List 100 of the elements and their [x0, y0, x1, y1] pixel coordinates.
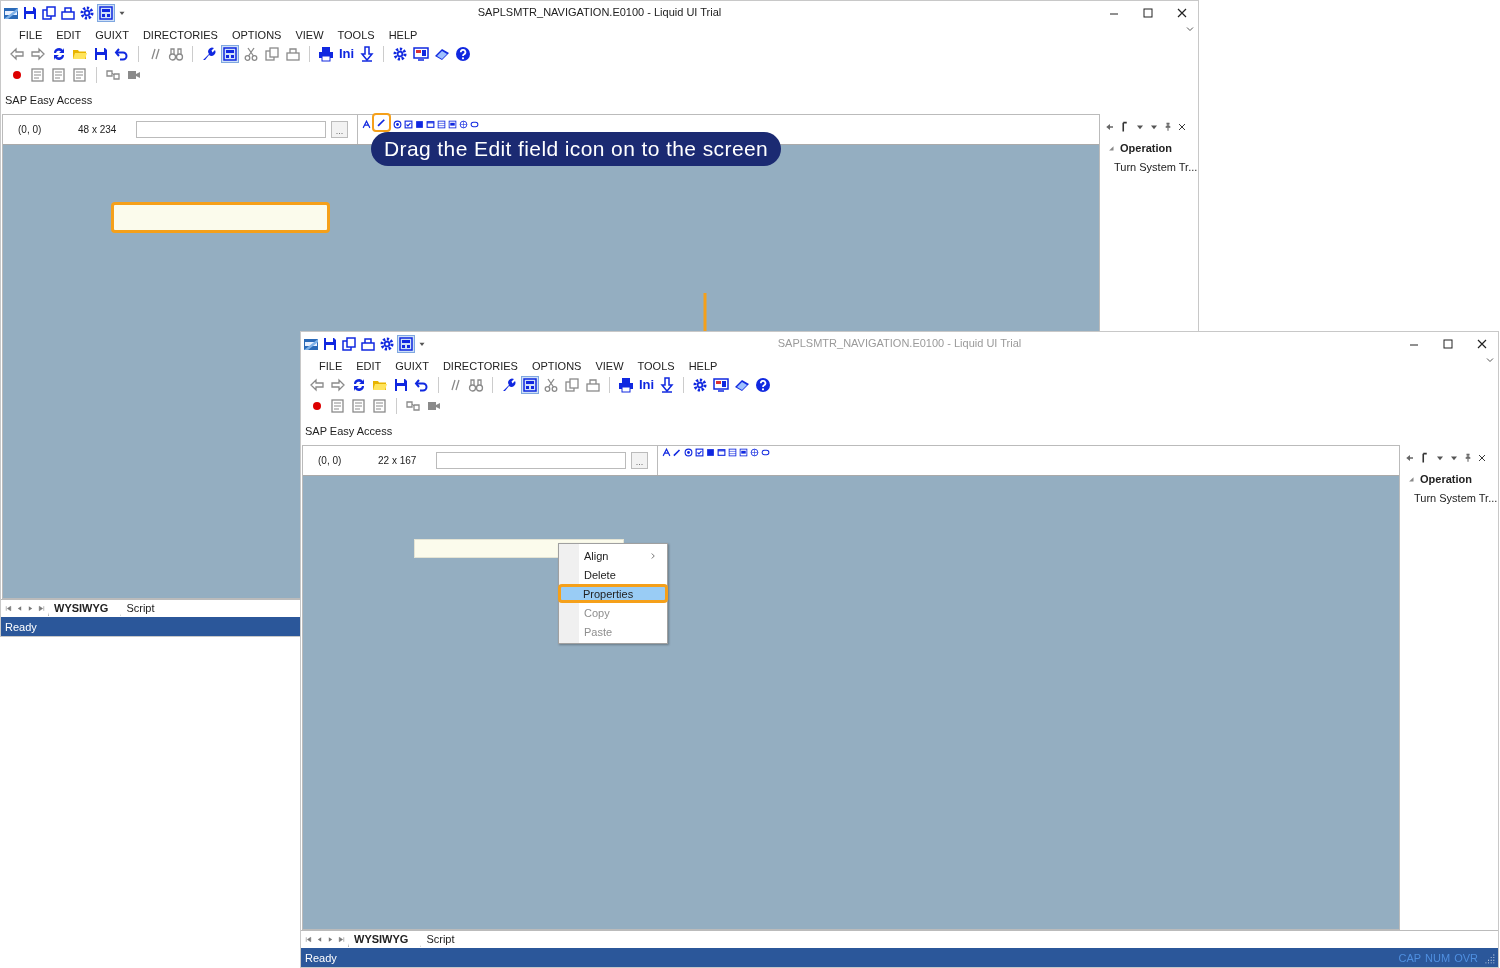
edit-field[interactable] [111, 202, 330, 233]
cut-icon[interactable] [543, 376, 559, 393]
push-button-icon[interactable] [469, 119, 479, 129]
screen-icon[interactable] [713, 376, 730, 393]
edit-field-icon[interactable] [672, 447, 682, 457]
wrench-icon[interactable] [501, 376, 517, 393]
menu-item[interactable]: OPTIONS [225, 28, 288, 41]
binoculars-icon[interactable] [168, 45, 184, 62]
checkbox-icon[interactable] [403, 119, 413, 129]
layout-icon[interactable] [222, 45, 238, 62]
tree-item[interactable]: Turn System Tr... [1414, 492, 1498, 504]
screen-icon[interactable] [413, 45, 430, 62]
settings-icon[interactable] [692, 376, 709, 393]
download-icon[interactable] [659, 376, 676, 393]
previous-page-icon[interactable] [315, 935, 324, 944]
checkbox-icon[interactable] [694, 447, 704, 457]
copy-icon[interactable] [341, 336, 357, 352]
browse-button[interactable]: ... [631, 452, 648, 469]
first-page-icon[interactable] [4, 604, 13, 613]
last-page-icon[interactable] [337, 935, 346, 944]
next-page-icon[interactable] [26, 604, 35, 613]
expand-triangle-icon[interactable] [1106, 143, 1116, 153]
layout-icon[interactable] [398, 336, 414, 352]
menu-item[interactable]: EDIT [50, 28, 88, 41]
input-field[interactable] [136, 121, 326, 138]
menu-item[interactable]: HELP [682, 359, 724, 372]
box-icon[interactable] [414, 119, 424, 129]
table-icon[interactable] [436, 119, 446, 129]
context-menu-item[interactable]: Delete [561, 565, 665, 584]
previous-page-icon[interactable] [15, 604, 24, 613]
back-icon[interactable] [1104, 121, 1116, 133]
status-indicator: OVR [1454, 951, 1478, 964]
menu-item[interactable]: FILE [313, 359, 349, 372]
tree-heading[interactable]: Operation [1120, 142, 1172, 154]
maximize-icon[interactable] [1440, 336, 1456, 352]
close-icon[interactable] [1476, 452, 1488, 464]
menu-item[interactable]: VIEW [589, 359, 630, 372]
text-tool-icon[interactable] [361, 119, 371, 129]
menu-item[interactable]: HELP [382, 28, 424, 41]
edit-field-icon[interactable] [372, 113, 391, 132]
forward-arrow-icon[interactable] [330, 376, 346, 393]
settings-icon[interactable] [379, 336, 395, 352]
window-icon[interactable] [716, 447, 726, 457]
browse-button[interactable]: ... [331, 121, 348, 138]
menu-item[interactable]: TOOLS [331, 28, 381, 41]
context-menu-item[interactable]: Properties [558, 584, 668, 603]
app-logo-icon[interactable] [3, 5, 19, 21]
expand-triangle-icon[interactable] [1406, 474, 1416, 484]
forward-arrow-icon[interactable] [30, 45, 46, 62]
menu-item[interactable]: FILE [13, 28, 49, 41]
layout-icon[interactable] [98, 5, 114, 21]
help-icon[interactable] [455, 45, 472, 62]
binoculars-icon[interactable] [468, 376, 484, 393]
cut-icon[interactable] [243, 45, 259, 62]
download-icon[interactable] [359, 45, 376, 62]
web-icon[interactable] [458, 119, 468, 129]
back-arrow-icon[interactable] [309, 376, 325, 393]
push-button-icon[interactable] [760, 447, 770, 457]
text-tool-icon[interactable] [661, 447, 671, 457]
printer-icon[interactable] [318, 45, 334, 62]
instruction-callout: Drag the Edit field icon on to the screen [371, 132, 782, 166]
first-page-icon[interactable] [304, 935, 313, 944]
radio-button-icon[interactable] [392, 119, 402, 129]
menu-item[interactable]: EDIT [350, 359, 388, 372]
window-icon[interactable] [425, 119, 435, 129]
tree-item[interactable]: Turn System Tr... [1114, 161, 1198, 173]
input-field[interactable] [436, 452, 626, 469]
next-page-icon[interactable] [326, 935, 335, 944]
settings-icon[interactable] [392, 45, 409, 62]
close-icon[interactable] [1176, 121, 1188, 133]
menu-item[interactable]: OPTIONS [525, 359, 588, 372]
wrench-icon[interactable] [201, 45, 217, 62]
help-icon[interactable] [755, 376, 772, 393]
menu-item[interactable]: DIRECTORIES [436, 359, 524, 372]
image-icon[interactable] [447, 119, 457, 129]
menu-item[interactable]: TOOLS [631, 359, 681, 372]
radio-button-icon[interactable] [683, 447, 693, 457]
ini-button[interactable]: Ini [339, 46, 355, 61]
menu-item[interactable]: DIRECTORIES [136, 28, 224, 41]
table-icon[interactable] [727, 447, 737, 457]
menu-item[interactable]: GUIXT [389, 359, 435, 372]
back-arrow-icon[interactable] [9, 45, 25, 62]
context-menu-item[interactable]: Align [561, 546, 665, 565]
last-page-icon[interactable] [37, 604, 46, 613]
copy-icon[interactable] [41, 5, 57, 21]
app-logo-icon[interactable] [303, 336, 319, 352]
maximize-icon[interactable] [1140, 5, 1156, 21]
tree-heading[interactable]: Operation [1420, 473, 1472, 485]
web-icon[interactable] [749, 447, 759, 457]
printer-icon[interactable] [618, 376, 634, 393]
layout-icon[interactable] [522, 376, 538, 393]
settings-icon[interactable] [79, 5, 95, 21]
menu-item[interactable]: GUIXT [89, 28, 135, 41]
menu-item[interactable]: VIEW [289, 28, 330, 41]
image-icon[interactable] [738, 447, 748, 457]
refresh-icon[interactable] [51, 45, 67, 62]
box-icon[interactable] [705, 447, 715, 457]
back-icon[interactable] [1404, 452, 1416, 464]
refresh-icon[interactable] [351, 376, 367, 393]
ini-button[interactable]: Ini [639, 377, 655, 392]
